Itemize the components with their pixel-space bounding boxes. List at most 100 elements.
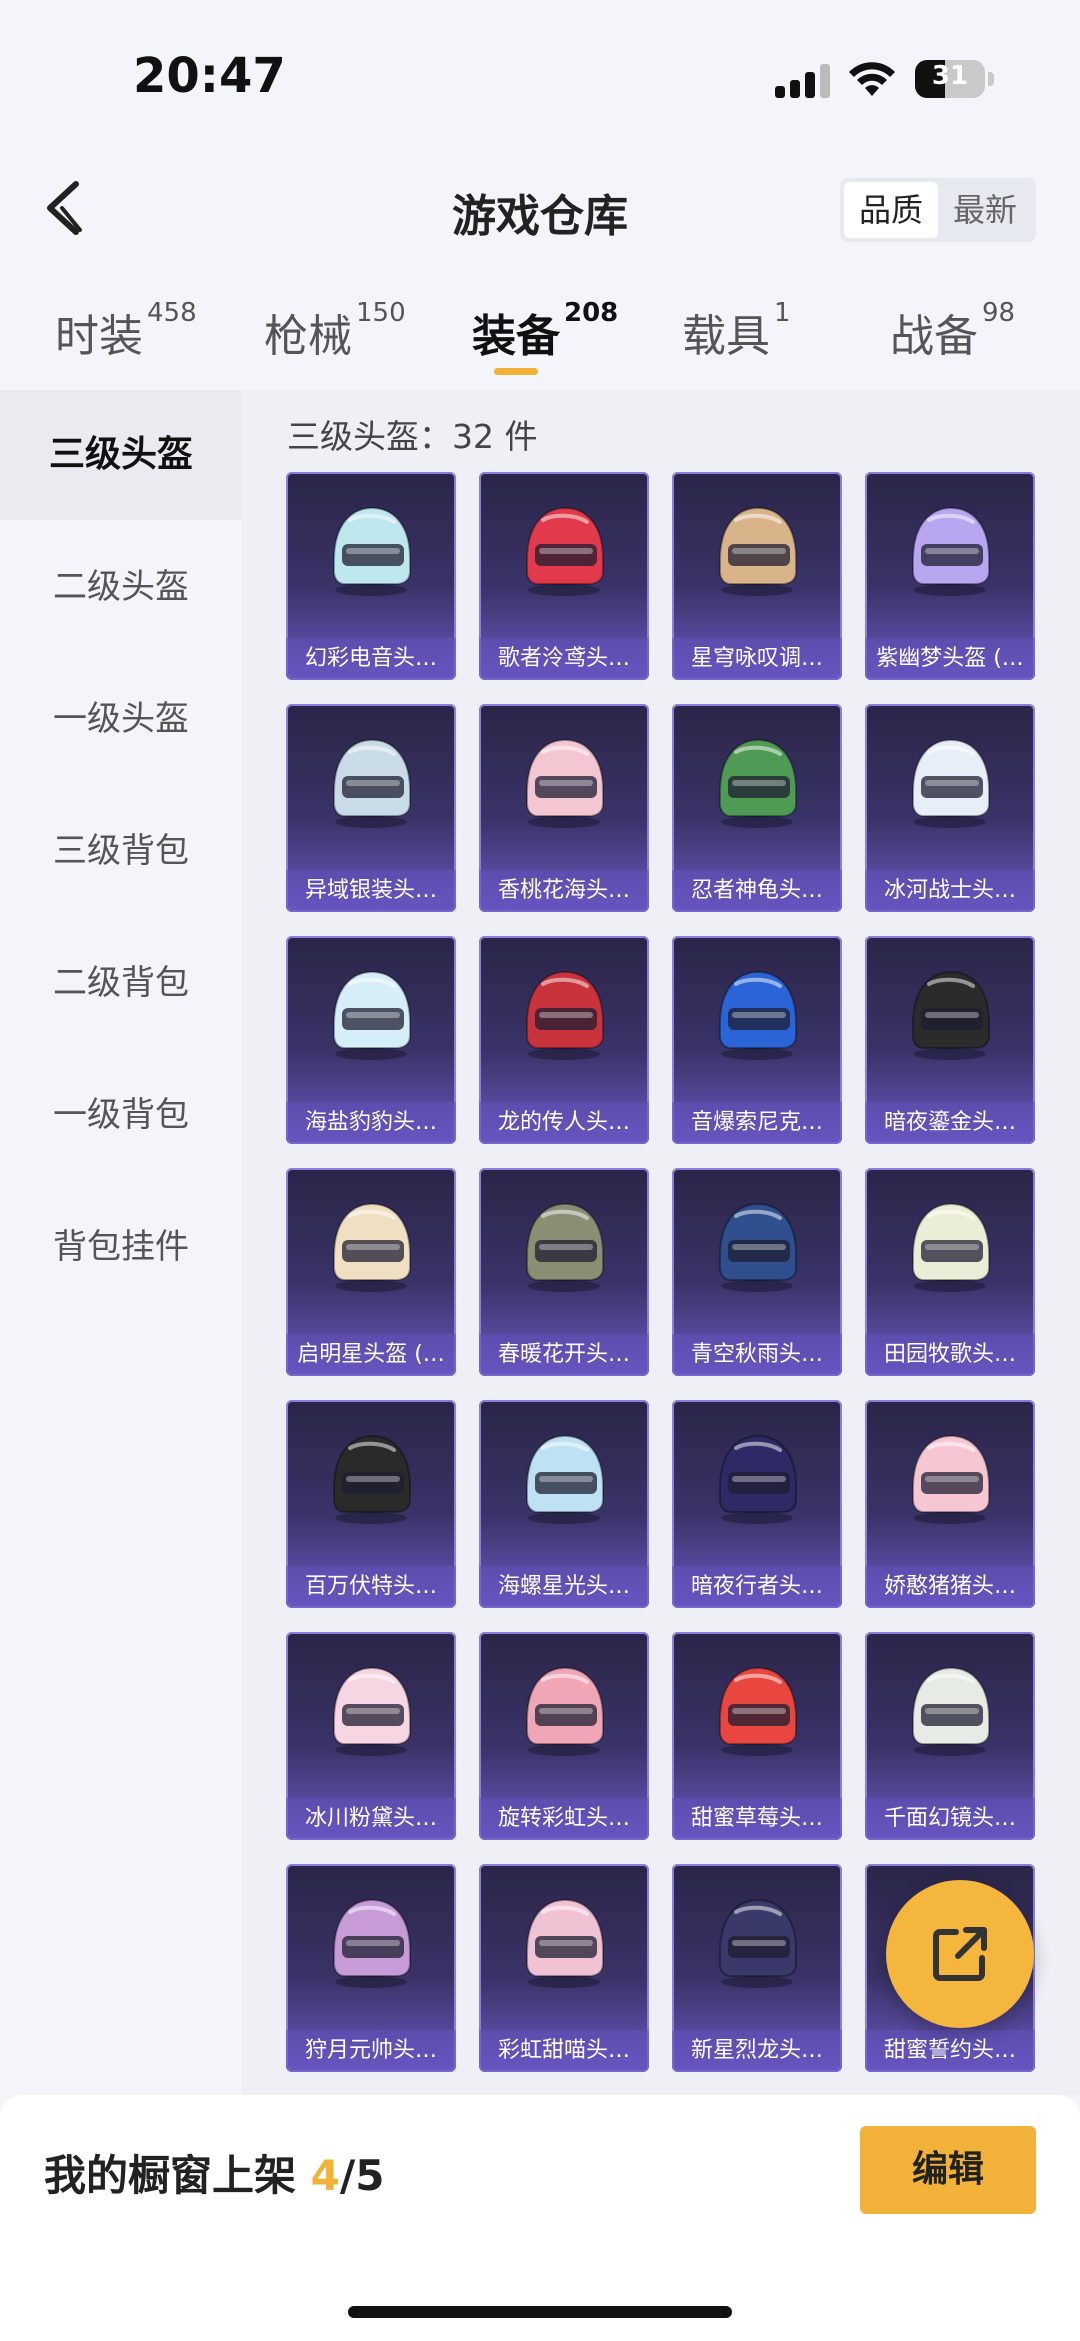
- helmet-card[interactable]: 百万伏特头…: [286, 1400, 456, 1608]
- helmet-name: 春暖花开头…: [479, 1334, 649, 1376]
- helmet-card[interactable]: 冰川粉黛头…: [286, 1632, 456, 1840]
- helmet-icon: [333, 1202, 411, 1292]
- helmet-name: 龙的传人头…: [479, 1102, 649, 1144]
- helmet-card[interactable]: 冰河战士头…: [865, 704, 1035, 912]
- tab-fashion[interactable]: 时装 458: [55, 298, 197, 364]
- helmet-card[interactable]: 旋转彩虹头…: [479, 1632, 649, 1840]
- helmet-name: 青空秋雨头…: [672, 1334, 842, 1376]
- helmet-name: 暗夜鎏金头…: [865, 1102, 1035, 1144]
- helmet-name: 冰川粉黛头…: [286, 1798, 456, 1840]
- home-indicator[interactable]: [348, 2306, 732, 2318]
- helmet-name: 新星烈龙头…: [672, 2030, 842, 2072]
- sidebar-item-level3-backpack[interactable]: 三级背包: [0, 786, 242, 916]
- helmet-card[interactable]: 千面幻镜头…: [865, 1632, 1035, 1840]
- helmet-icon: [526, 1898, 604, 1988]
- sidebar-item-level1-helmet[interactable]: 一级头盔: [0, 654, 242, 784]
- helmet-icon: [912, 738, 990, 828]
- helmet-card[interactable]: 春暖花开头…: [479, 1168, 649, 1376]
- helmet-name: 香桃花海头…: [479, 870, 649, 912]
- item-count: 三级头盔：32 件: [287, 417, 538, 456]
- helmet-name: 百万伏特头…: [286, 1566, 456, 1608]
- helmet-card[interactable]: 暗夜鎏金头…: [865, 936, 1035, 1144]
- sort-option-latest[interactable]: 最新: [938, 182, 1032, 238]
- helmet-name: 海螺星光头…: [479, 1566, 649, 1608]
- helmet-icon: [912, 506, 990, 596]
- tab-equipment[interactable]: 装备 208: [472, 298, 618, 364]
- helmet-icon: [333, 506, 411, 596]
- battery-level: 31: [931, 61, 969, 91]
- helmet-icon: [719, 1898, 797, 1988]
- helmet-name: 千面幻镜头…: [865, 1798, 1035, 1840]
- helmet-card[interactable]: 海螺星光头…: [479, 1400, 649, 1608]
- sort-option-quality[interactable]: 品质: [844, 182, 938, 238]
- status-time: 20:47: [133, 48, 286, 104]
- helmet-card[interactable]: 龙的传人头…: [479, 936, 649, 1144]
- sidebar-item-level1-backpack[interactable]: 一级背包: [0, 1050, 242, 1180]
- sidebar-item-level3-helmet[interactable]: 三级头盔: [0, 390, 242, 520]
- helmet-name: 音爆索尼克…: [672, 1102, 842, 1144]
- helmet-icon: [526, 970, 604, 1060]
- helmet-card[interactable]: 幻彩电音头…: [286, 472, 456, 680]
- helmet-card[interactable]: 海盐豹豹头…: [286, 936, 456, 1144]
- helmet-name: 暗夜行者头…: [672, 1566, 842, 1608]
- helmet-card[interactable]: 彩虹甜喵头…: [479, 1864, 649, 2072]
- helmet-name: 甜蜜草莓头…: [672, 1798, 842, 1840]
- helmet-icon: [719, 1434, 797, 1524]
- sidebar-item-level2-backpack[interactable]: 二级背包: [0, 918, 242, 1048]
- status-bar: 20:47 31: [0, 0, 1080, 150]
- sort-toggle[interactable]: 品质 最新: [840, 178, 1036, 242]
- helmet-card[interactable]: 星穹咏叹调…: [672, 472, 842, 680]
- helmet-icon: [526, 1202, 604, 1292]
- helmet-card[interactable]: 音爆索尼克…: [672, 936, 842, 1144]
- helmet-card[interactable]: 异域银装头…: [286, 704, 456, 912]
- helmet-icon: [719, 1666, 797, 1756]
- cellular-signal-icon: [775, 64, 831, 98]
- helmet-name: 忍者神龟头…: [672, 870, 842, 912]
- helmet-name: 娇憨猪猪头…: [865, 1566, 1035, 1608]
- helmet-name: 启明星头盔 (…: [286, 1334, 456, 1376]
- helmet-name: 海盐豹豹头…: [286, 1102, 456, 1144]
- helmet-name: 旋转彩虹头…: [479, 1798, 649, 1840]
- helmet-name: 彩虹甜喵头…: [479, 2030, 649, 2072]
- helmet-icon: [333, 970, 411, 1060]
- active-tab-indicator: [494, 368, 538, 375]
- helmet-name: 冰河战士头…: [865, 870, 1035, 912]
- helmet-icon: [333, 1898, 411, 1988]
- helmet-icon: [719, 738, 797, 828]
- tab-supplies[interactable]: 战备 98: [890, 298, 1015, 364]
- tab-vehicles[interactable]: 载具 1: [682, 298, 791, 364]
- sidebar-item-backpack-charm[interactable]: 背包挂件: [0, 1182, 242, 1312]
- helmet-card[interactable]: 启明星头盔 (…: [286, 1168, 456, 1376]
- helmet-name: 狩月元帅头…: [286, 2030, 456, 2072]
- helmet-card[interactable]: 香桃花海头…: [479, 704, 649, 912]
- helmet-name: 紫幽梦头盔 (…: [865, 638, 1035, 680]
- helmet-icon: [333, 1666, 411, 1756]
- share-button[interactable]: [886, 1880, 1034, 2028]
- battery-icon: 31: [915, 60, 985, 98]
- category-sidebar: 三级头盔 二级头盔 一级头盔 三级背包 二级背包 一级背包 背包挂件: [0, 390, 242, 2095]
- helmet-name: 甜蜜誓约头…: [865, 2030, 1035, 2072]
- helmet-name: 田园牧歌头…: [865, 1334, 1035, 1376]
- helmet-icon: [719, 506, 797, 596]
- helmet-icon: [719, 970, 797, 1060]
- helmet-card[interactable]: 狩月元帅头…: [286, 1864, 456, 2072]
- tab-guns[interactable]: 枪械 150: [264, 298, 406, 364]
- helmet-card[interactable]: 青空秋雨头…: [672, 1168, 842, 1376]
- helmet-icon: [526, 1434, 604, 1524]
- helmet-icon: [526, 506, 604, 596]
- helmet-card[interactable]: 紫幽梦头盔 (…: [865, 472, 1035, 680]
- helmet-card[interactable]: 歌者泠鸢头…: [479, 472, 649, 680]
- helmet-card[interactable]: 田园牧歌头…: [865, 1168, 1035, 1376]
- sidebar-item-level2-helmet[interactable]: 二级头盔: [0, 522, 242, 652]
- helmet-card[interactable]: 娇憨猪猪头…: [865, 1400, 1035, 1608]
- helmet-card[interactable]: 忍者神龟头…: [672, 704, 842, 912]
- helmet-card[interactable]: 新星烈龙头…: [672, 1864, 842, 2072]
- helmet-name: 异域银装头…: [286, 870, 456, 912]
- helmet-name: 歌者泠鸢头…: [479, 638, 649, 680]
- helmet-icon: [333, 1434, 411, 1524]
- helmet-icon: [912, 970, 990, 1060]
- wifi-icon: [849, 62, 895, 96]
- helmet-card[interactable]: 暗夜行者头…: [672, 1400, 842, 1608]
- helmet-card[interactable]: 甜蜜草莓头…: [672, 1632, 842, 1840]
- edit-button[interactable]: 编辑: [860, 2126, 1036, 2214]
